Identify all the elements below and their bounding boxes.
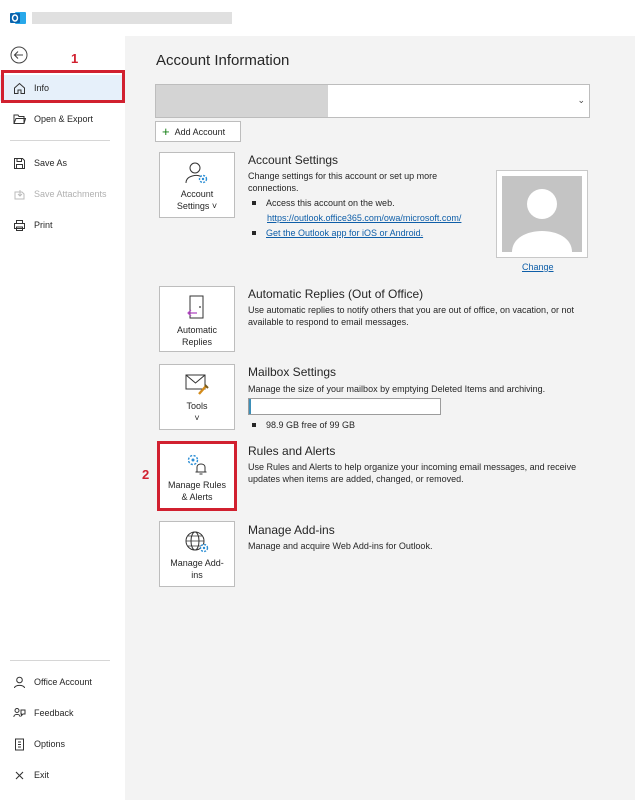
mailbox-quota-text: 98.9 GB free of 99 GB [266,420,356,430]
close-icon [12,768,26,782]
account-settings-icon [185,162,208,184]
sidebar-item-feedback[interactable]: Feedback [0,700,125,726]
chevron-down-icon: ⌄ [577,95,585,105]
window-title-redacted [32,12,232,24]
attachment-icon [12,187,26,201]
mailbox-quota-bar [248,398,441,415]
globe-settings-icon [185,531,209,553]
sidebar-divider [10,140,110,141]
sidebar-item-exit[interactable]: Exit [0,762,125,788]
account-settings-button[interactable]: Account Settings ˅ [159,152,235,218]
manage-addins-title: Manage Add-ins [248,523,335,537]
owa-link[interactable]: https://outlook.office365.com/owa/micros… [267,213,461,223]
sidebar-item-save-attachments: Save Attachments [0,181,125,207]
mailbox-tools-icon [185,374,209,395]
mailbox-quota-fill [249,399,251,414]
bullet-item: Get the Outlook app for iOS or Android. [252,228,423,238]
add-account-label: Add Account [174,126,226,137]
manage-addins-description: Manage and acquire Web Add-ins for Outlo… [248,541,433,551]
account-settings-title: Account Settings [248,153,339,167]
sidebar-item-office-account[interactable]: Office Account [0,669,125,695]
sidebar-item-save-as[interactable]: Save As [0,150,125,176]
tile-label: Automatic [176,325,218,335]
sidebar-item-options[interactable]: Options [0,731,125,757]
profile-photo [496,170,588,258]
automatic-replies-icon [187,295,204,319]
tile-label: ˅ [194,413,200,423]
sidebar-item-open-export[interactable]: Open & Export [0,106,125,132]
tile-label: Account [180,189,214,199]
annotation-number-1: 1 [71,51,79,66]
sidebar-divider [10,660,110,661]
tile-label: ins [191,570,203,580]
sidebar-item-label: Open & Export [34,114,94,124]
annotation-number-2: 2 [142,467,150,482]
sidebar: Info 1 Open & Export Save As Save Attach… [0,36,125,800]
back-arrow-icon[interactable] [10,46,28,64]
tile-label: Settings ˅ [176,201,218,211]
title-bar [0,0,635,36]
account-name-redacted [156,85,328,117]
save-icon [12,156,26,170]
sidebar-item-label: Feedback [34,708,74,718]
annotation-box-2 [157,441,237,511]
plus-icon: + [162,124,170,139]
tile-label: Manage Add- [170,558,224,568]
sidebar-item-label: Options [34,739,66,749]
default-avatar-icon [512,189,572,252]
mailbox-settings-description: Manage the size of your mailbox by empty… [248,384,546,394]
tools-button[interactable]: Tools ˅ [159,364,235,430]
tile-label: Replies [181,337,212,347]
options-icon [12,737,26,751]
bullet-marker [252,231,256,235]
manage-addins-button[interactable]: Manage Add- ins [159,521,235,587]
mailbox-settings-title: Mailbox Settings [248,365,337,379]
tile-label: Tools [186,401,208,411]
bullet-text: Access this account on the web. [266,198,395,208]
rules-alerts-description: Use Rules and Alerts to help organize yo… [248,462,577,484]
sidebar-item-label: Save Attachments [34,189,107,199]
get-app-link[interactable]: Get the Outlook app for iOS or Android. [266,228,423,238]
account-settings-description: Change settings for this account or set … [248,171,438,193]
bullet-item: 98.9 GB free of 99 GB [252,420,355,430]
rules-alerts-title: Rules and Alerts [248,444,336,458]
automatic-replies-description: Use automatic replies to notify others t… [248,305,575,327]
printer-icon [12,218,26,232]
sidebar-item-label: Print [34,220,53,230]
person-icon [12,675,26,689]
sidebar-item-print[interactable]: Print [0,212,125,238]
account-selector[interactable]: ⌄ [155,84,590,118]
automatic-replies-button[interactable]: Automatic Replies [159,286,235,352]
account-info-panel: Account Information ⌄ + Add Account Acco… [125,36,635,800]
sidebar-item-label: Exit [34,770,50,780]
outlook-logo-icon [10,12,26,24]
bullet-marker [252,423,256,427]
sidebar-item-label: Office Account [34,677,92,687]
sidebar-item-label: Save As [34,158,68,168]
add-account-button[interactable]: + Add Account [155,121,241,142]
bullet-marker [252,201,256,205]
folder-open-icon [12,112,26,126]
automatic-replies-title: Automatic Replies (Out of Office) [248,287,424,301]
change-photo-link[interactable]: Change [522,262,554,272]
bullet-item: Access this account on the web. [252,198,395,208]
page-title: Account Information [156,52,290,69]
feedback-icon [12,706,26,720]
annotation-box-1 [1,70,125,103]
